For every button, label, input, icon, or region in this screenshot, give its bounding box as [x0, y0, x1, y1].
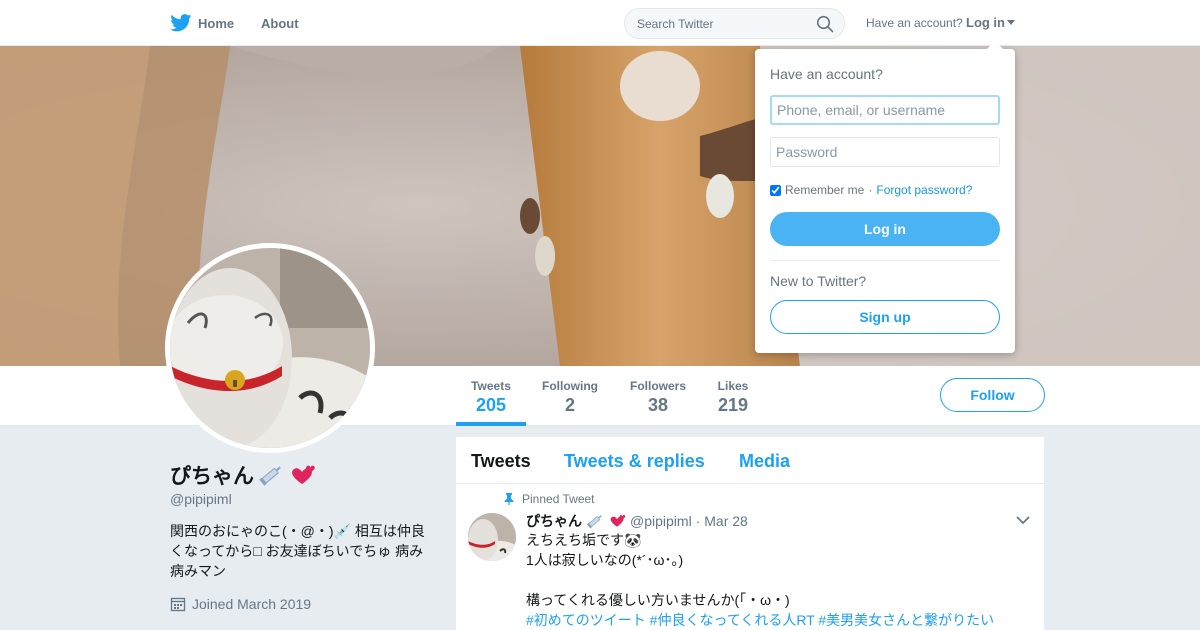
- tweet-timestamp[interactable]: · Mar 28: [696, 513, 748, 529]
- stat-value: 205: [475, 395, 507, 415]
- tab-media[interactable]: Media: [739, 451, 790, 472]
- dropdown-title: Have an account?: [770, 66, 883, 82]
- tweet-avatar[interactable]: [468, 513, 516, 561]
- twitter-bird-icon: [170, 14, 192, 32]
- username-field[interactable]: [770, 95, 1000, 125]
- profile-avatar[interactable]: [165, 243, 375, 453]
- stat-label: Following: [542, 379, 598, 393]
- new-to-twitter-text: New to Twitter?: [770, 273, 867, 289]
- joined-date: Joined March 2019: [170, 596, 311, 612]
- timeline: Tweets Tweets & replies Media Pinned Twe…: [456, 437, 1044, 630]
- tab-tweets[interactable]: Tweets: [471, 451, 531, 472]
- profile-name-text: ぴちゃん: [170, 465, 254, 488]
- divider: [770, 260, 1000, 261]
- stat-value: 2: [564, 395, 575, 415]
- stat-value: 219: [717, 395, 749, 415]
- tweet-text: えちえち垢です🐼 1人は寂しいなの(*´･ω･｡) 構ってくれる優しい方いません…: [526, 530, 1016, 630]
- tweet-header: ぴちゃん @pipipiml · Mar 28: [526, 511, 748, 531]
- syringe-icon: [259, 466, 281, 486]
- stat-value: 38: [647, 395, 669, 415]
- nav-about[interactable]: About: [261, 0, 299, 46]
- separator-dot: ·: [868, 183, 873, 197]
- password-field[interactable]: [770, 137, 1000, 167]
- stat-likes[interactable]: Likes 219: [713, 366, 753, 426]
- search-box: [624, 8, 845, 39]
- nav-home[interactable]: Home: [170, 0, 234, 46]
- tweet-text-line: 1人は寂しいなの(*´･ω･｡): [526, 552, 684, 568]
- follow-button[interactable]: Follow: [940, 378, 1045, 412]
- pin-icon: [504, 493, 514, 505]
- remember-me-row: Remember me · Forgot password?: [770, 183, 972, 197]
- stat-label: Likes: [717, 379, 749, 393]
- tweet[interactable]: Pinned Tweet ぴちゃん @pipipiml · Mar 28 えちえ…: [456, 485, 1044, 630]
- two-hearts-icon: [292, 465, 315, 484]
- signup-button[interactable]: Sign up: [770, 300, 1000, 334]
- login-menu-label: Log in: [966, 15, 1005, 30]
- tweet-avatar-photo: [468, 513, 516, 561]
- tweet-text-line: 構ってくれる優しい方いませんか(「・ω・): [526, 592, 790, 608]
- stat-label: Tweets: [471, 379, 511, 393]
- have-account-text: Have an account?: [866, 16, 963, 30]
- stat-followers[interactable]: Followers 38: [626, 366, 690, 426]
- pinned-indicator: Pinned Tweet: [504, 492, 595, 506]
- login-dropdown: Have an account? Remember me · Forgot pa…: [755, 41, 1015, 353]
- tweet-author-name[interactable]: ぴちゃん: [526, 511, 582, 531]
- remember-me-checkbox[interactable]: [770, 184, 781, 196]
- nav-home-label: Home: [198, 15, 235, 31]
- two-hearts-icon: [610, 514, 626, 527]
- tweet-text-line: えちえち垢です🐼: [526, 532, 642, 548]
- login-menu-button[interactable]: Log in: [966, 15, 1015, 30]
- timeline-tabs: Tweets Tweets & replies Media: [456, 437, 1044, 484]
- joined-date-text: Joined March 2019: [192, 596, 312, 612]
- avatar-photo: [170, 248, 370, 448]
- dropdown-caret: [987, 41, 1003, 49]
- remember-me-label[interactable]: Remember me: [785, 183, 864, 197]
- pinned-label: Pinned Tweet: [522, 492, 595, 506]
- forgot-password-link[interactable]: Forgot password?: [876, 183, 972, 197]
- tab-tweets-replies[interactable]: Tweets & replies: [564, 451, 705, 472]
- profile-bio: 関西のおにゃのこ(・@・)💉 相互は仲良くなってから□ お友達ぼちいでちゅ 病み…: [170, 523, 425, 579]
- profile-name[interactable]: ぴちゃん: [170, 460, 316, 490]
- stat-tweets[interactable]: Tweets 205: [456, 366, 526, 426]
- login-button[interactable]: Log in: [770, 212, 1000, 246]
- stat-following[interactable]: Following 2: [538, 366, 602, 426]
- profile-handle[interactable]: @pipipiml: [170, 491, 232, 507]
- chevron-down-icon[interactable]: [1016, 515, 1030, 525]
- syringe-icon: [586, 515, 602, 529]
- search-input[interactable]: [637, 9, 807, 38]
- caret-down-icon: [1007, 19, 1015, 25]
- tweet-hashtags[interactable]: #初めてのツイート #仲良くなってくれる人RT #美男美女さんと繋がりたい: [526, 610, 1016, 630]
- top-nav: Home About Have an account? Log in: [0, 0, 1200, 46]
- search-icon[interactable]: [816, 15, 834, 33]
- stat-label: Followers: [629, 379, 686, 393]
- calendar-icon: [170, 597, 186, 612]
- tweet-author-handle[interactable]: @pipipiml: [630, 513, 692, 529]
